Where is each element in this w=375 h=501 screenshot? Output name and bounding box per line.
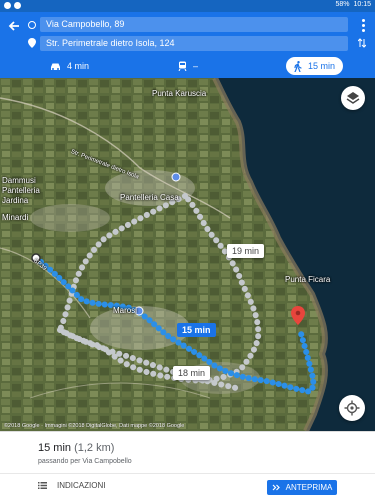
status-right: 58% 10:15	[335, 1, 371, 8]
notification-icon	[4, 2, 11, 9]
map-label-minardi: Minardi	[2, 213, 29, 222]
list-icon	[38, 482, 47, 489]
mode-driving[interactable]: 4 min	[50, 57, 89, 75]
notification-icons	[4, 2, 21, 9]
map-copyright: ©2018 Google · Immagini ©2018 DigitalGlo…	[4, 423, 185, 429]
map-label-punta-karuscia: Punta Karuscia	[152, 89, 207, 98]
layers-button[interactable]	[341, 86, 365, 110]
map-label-dammusi: Dammusi Pantelleria Jardina	[2, 176, 40, 205]
route-duration: 15 min	[38, 442, 72, 454]
destination-marker-icon	[28, 38, 36, 48]
more-options-icon[interactable]	[362, 19, 365, 34]
destination-field[interactable]: Str. Perimetrale dietro Isola, 124	[40, 36, 348, 51]
origin-field[interactable]: Via Campobello, 89	[40, 17, 348, 32]
steps-label: INDICAZIONI	[57, 481, 106, 490]
route-time-callout-alt[interactable]: 18 min	[173, 366, 211, 380]
route-time-callout-alt[interactable]: 19 min	[227, 244, 265, 258]
swap-directions-icon[interactable]	[358, 38, 366, 48]
mode-walking-time: 15 min	[308, 61, 336, 71]
preview-label: ANTEPRIMA	[285, 483, 333, 492]
map-label-punta-ficara: Punta Ficara	[285, 275, 331, 284]
preview-button[interactable]: ANTEPRIMA	[267, 480, 337, 495]
mode-driving-time: 4 min	[67, 61, 90, 71]
travel-mode-tabs: 4 min – 15 min	[0, 57, 375, 75]
map-label-pantelleria-casa: Pantelleria Casa	[120, 193, 179, 202]
clock: 10:15	[353, 1, 371, 8]
mode-transit[interactable]: –	[178, 57, 198, 75]
place-poi-icon[interactable]	[171, 172, 181, 182]
directions-header: Via Campobello, 89 Str. Perimetrale diet…	[0, 12, 375, 78]
route-summary-panel: 15 min (1,2 km) passando per Via Campobe…	[0, 431, 375, 501]
mode-transit-time: –	[193, 61, 199, 71]
my-location-icon	[344, 400, 360, 416]
map-label-marosi: Marosi	[113, 306, 138, 315]
train-icon	[178, 61, 187, 71]
divider	[0, 473, 375, 474]
route-via: passando per Via Campobello	[38, 458, 132, 465]
car-icon	[51, 63, 60, 70]
my-location-button[interactable]	[339, 395, 365, 421]
double-chevron-icon	[272, 484, 280, 491]
notification-icon	[14, 2, 21, 9]
route-eta: 15 min (1,2 km)	[38, 442, 114, 454]
status-bar: 58% 10:15	[0, 0, 375, 12]
back-arrow-icon[interactable]	[6, 18, 22, 34]
mode-walking[interactable]: 15 min	[286, 57, 344, 75]
origin-marker-icon	[28, 21, 36, 29]
battery-level: 58%	[335, 1, 350, 8]
route-time-callout-main[interactable]: 15 min	[177, 323, 216, 337]
steps-button[interactable]: INDICAZIONI	[38, 481, 105, 490]
satellite-map[interactable]: Punta Karuscia Str. Perimetrale dietro I…	[0, 78, 375, 431]
route-distance: (1,2 km)	[74, 442, 115, 454]
walk-icon	[294, 60, 302, 72]
layers-icon	[346, 92, 360, 104]
